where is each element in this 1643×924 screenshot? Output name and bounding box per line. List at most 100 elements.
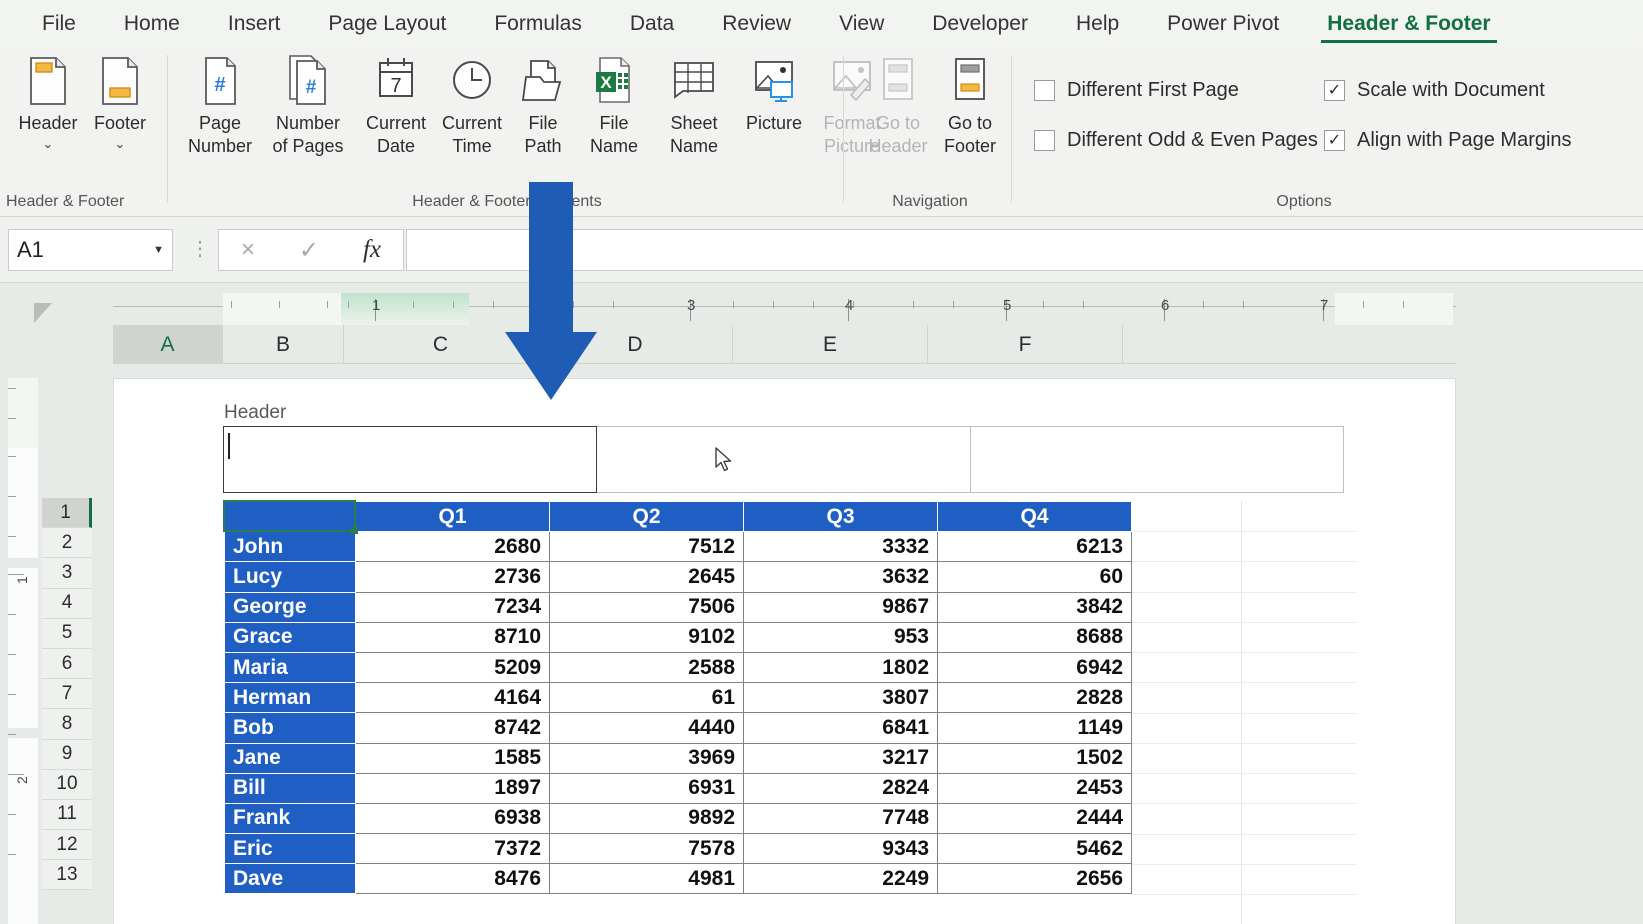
value-cell[interactable]: 7372 xyxy=(355,833,550,865)
value-cell[interactable]: 2645 xyxy=(549,561,744,593)
row-header-3[interactable]: 3 xyxy=(42,558,92,589)
value-cell[interactable]: 9867 xyxy=(743,591,938,623)
value-cell[interactable]: 1502 xyxy=(937,742,1132,774)
row-name-cell[interactable]: Eric xyxy=(224,833,356,865)
row-name-cell[interactable]: George xyxy=(224,591,356,623)
column-header-a[interactable]: A xyxy=(113,325,223,364)
row-name-cell[interactable]: Maria xyxy=(224,651,356,684)
tab-data[interactable]: Data xyxy=(606,0,698,47)
checkbox-different-first-page[interactable]: Different First Page xyxy=(1034,79,1239,102)
header-button[interactable]: Header ⌄ xyxy=(14,55,82,150)
value-cell[interactable]: 2828 xyxy=(937,682,1132,714)
insert-function-icon[interactable]: fx xyxy=(363,236,381,264)
number-of-pages-button[interactable]: # Number of Pages xyxy=(264,55,352,158)
header-box-center[interactable] xyxy=(596,426,971,493)
checkbox-align-with-page-margins[interactable]: ✓ Align with Page Margins xyxy=(1324,129,1572,152)
row-name-cell[interactable]: Bob xyxy=(224,712,356,744)
row-name-cell[interactable]: Jane xyxy=(224,742,356,774)
value-cell[interactable]: 8476 xyxy=(355,863,550,895)
row-name-cell[interactable]: Bill xyxy=(224,772,356,804)
tab-page-layout[interactable]: Page Layout xyxy=(304,0,470,47)
select-all-corner[interactable] xyxy=(8,293,68,341)
horizontal-ruler[interactable]: 1 2 3 4 5 6 7 xyxy=(113,293,1456,325)
row-header-12[interactable]: 12 xyxy=(42,830,92,861)
row-name-cell[interactable]: Herman xyxy=(224,682,356,714)
value-cell[interactable]: 3332 xyxy=(743,531,938,563)
checkbox-box[interactable]: ✓ xyxy=(1324,130,1345,151)
tab-home[interactable]: Home xyxy=(100,0,204,47)
name-box[interactable]: A1 ▼ xyxy=(8,229,173,271)
value-cell[interactable]: 2824 xyxy=(743,772,938,804)
value-cell[interactable]: 61 xyxy=(549,682,744,714)
tab-header-and-footer[interactable]: Header & Footer xyxy=(1303,0,1514,47)
column-header-q2[interactable]: Q2 xyxy=(549,500,744,533)
value-cell[interactable]: 2736 xyxy=(355,561,550,593)
current-date-button[interactable]: 7 Current Date xyxy=(358,55,434,158)
row-name-cell[interactable]: Lucy xyxy=(224,561,356,593)
value-cell[interactable]: 3842 xyxy=(937,591,1132,623)
tab-review[interactable]: Review xyxy=(698,0,815,47)
value-cell[interactable]: 3217 xyxy=(743,742,938,774)
value-cell[interactable]: 8742 xyxy=(355,712,550,744)
value-cell[interactable]: 5209 xyxy=(355,651,550,684)
formula-bar-handle[interactable]: ⋮ xyxy=(190,239,210,259)
tab-developer[interactable]: Developer xyxy=(908,0,1052,47)
cell-a1[interactable] xyxy=(224,500,356,533)
value-cell[interactable]: 6841 xyxy=(743,712,938,744)
value-cell[interactable]: 2444 xyxy=(937,802,1132,835)
value-cell[interactable]: 8710 xyxy=(355,621,550,653)
value-cell[interactable]: 9343 xyxy=(743,833,938,865)
go-to-footer-button[interactable]: Go to Footer xyxy=(934,55,1006,158)
row-header-10[interactable]: 10 xyxy=(42,769,92,800)
file-path-button[interactable]: File Path xyxy=(512,55,574,158)
row-header-6[interactable]: 6 xyxy=(42,648,92,680)
value-cell[interactable]: 7512 xyxy=(549,531,744,563)
value-cell[interactable]: 3632 xyxy=(743,561,938,593)
value-cell[interactable]: 6931 xyxy=(549,772,744,804)
chevron-down-icon[interactable]: ⌄ xyxy=(115,137,126,150)
row-header-4[interactable]: 4 xyxy=(42,588,92,619)
value-cell[interactable]: 8688 xyxy=(937,621,1132,653)
column-header-e[interactable]: E xyxy=(733,325,928,364)
current-time-button[interactable]: Current Time xyxy=(434,55,510,158)
value-cell[interactable]: 9102 xyxy=(549,621,744,653)
value-cell[interactable]: 2680 xyxy=(355,531,550,563)
row-header-1[interactable]: 1 xyxy=(42,498,92,529)
header-box-right[interactable] xyxy=(970,426,1344,493)
value-cell[interactable]: 4164 xyxy=(355,682,550,714)
row-header-2[interactable]: 2 xyxy=(42,528,92,559)
enter-icon[interactable]: ✓ xyxy=(299,236,319,265)
footer-button[interactable]: Footer ⌄ xyxy=(86,55,154,150)
column-header-b[interactable]: B xyxy=(223,325,344,364)
vertical-ruler[interactable]: 1 2 xyxy=(8,378,38,924)
picture-button[interactable]: Picture xyxy=(736,55,812,135)
column-header-f[interactable]: F xyxy=(928,325,1123,364)
checkbox-scale-with-document[interactable]: ✓ Scale with Document xyxy=(1324,79,1545,102)
column-header-q4[interactable]: Q4 xyxy=(937,500,1132,533)
row-header-7[interactable]: 7 xyxy=(42,679,92,710)
value-cell[interactable]: 9892 xyxy=(549,802,744,835)
value-cell[interactable]: 60 xyxy=(937,561,1132,593)
column-header-q1[interactable]: Q1 xyxy=(355,500,550,533)
value-cell[interactable]: 6938 xyxy=(355,802,550,835)
chevron-down-icon[interactable]: ▼ xyxy=(153,244,164,256)
value-cell[interactable]: 7234 xyxy=(355,591,550,623)
value-cell[interactable]: 7506 xyxy=(549,591,744,623)
tab-power-pivot[interactable]: Power Pivot xyxy=(1143,0,1303,47)
value-cell[interactable]: 1802 xyxy=(743,651,938,684)
value-cell[interactable]: 2656 xyxy=(937,863,1132,895)
value-cell[interactable]: 3969 xyxy=(549,742,744,774)
value-cell[interactable]: 5462 xyxy=(937,833,1132,865)
row-name-cell[interactable]: Dave xyxy=(224,863,356,895)
value-cell[interactable]: 2249 xyxy=(743,863,938,895)
row-name-cell[interactable]: John xyxy=(224,531,356,563)
checkbox-different-odd-even-pages[interactable]: Different Odd & Even Pages xyxy=(1034,129,1318,152)
header-box-left[interactable] xyxy=(223,426,597,493)
tab-help[interactable]: Help xyxy=(1052,0,1143,47)
value-cell[interactable]: 7578 xyxy=(549,833,744,865)
value-cell[interactable]: 3807 xyxy=(743,682,938,714)
value-cell[interactable]: 953 xyxy=(743,621,938,653)
checkbox-box[interactable] xyxy=(1034,80,1055,101)
column-header-overflow[interactable] xyxy=(1123,325,1456,364)
row-header-9[interactable]: 9 xyxy=(42,739,92,770)
